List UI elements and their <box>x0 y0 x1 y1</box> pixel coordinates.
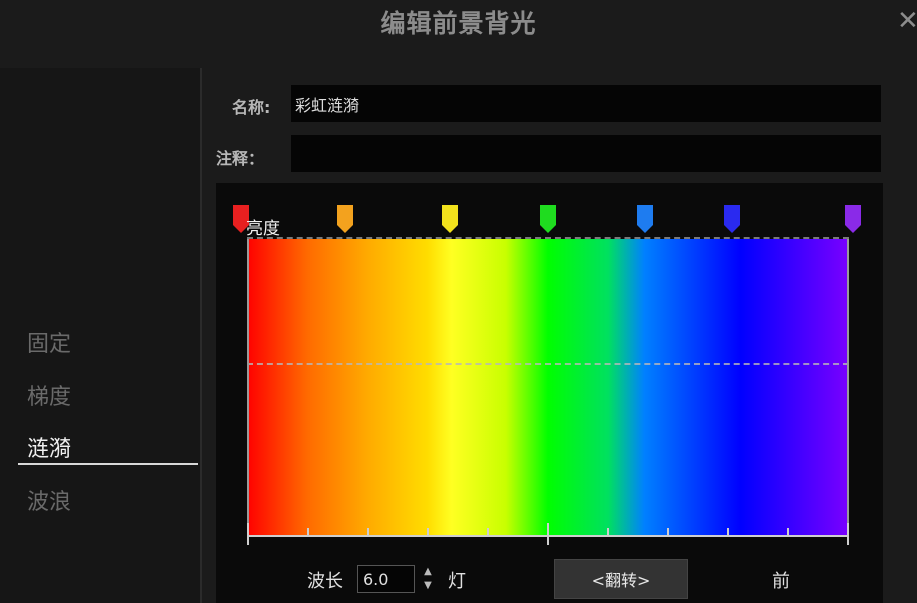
axis-tick <box>847 523 849 545</box>
axis-tick <box>487 528 489 537</box>
color-stop-marker[interactable] <box>724 205 740 233</box>
dialog-title: 编辑前景背光 <box>380 9 537 38</box>
sidebar-divider <box>200 68 202 603</box>
axis-tick <box>667 528 669 537</box>
preview-left-edge <box>247 239 249 545</box>
axis-tick <box>787 528 789 537</box>
direction-label: 前 <box>772 571 790 592</box>
sidebar-item-fixed[interactable]: 固定 <box>27 326 71 358</box>
sidebar-item-ripple[interactable]: 涟漪 <box>27 431 71 463</box>
stop-shape <box>637 205 653 233</box>
axis-tick <box>427 528 429 537</box>
stop-shape <box>845 205 861 233</box>
active-item-underline <box>18 463 198 465</box>
wavelength-label: 波长 <box>307 571 343 592</box>
name-label: 名称: <box>232 98 271 117</box>
flip-button[interactable]: <翻转> <box>554 559 688 599</box>
preview-right-edge <box>847 239 849 545</box>
lamp-label: 灯 <box>448 571 466 592</box>
close-icon[interactable]: ✕ <box>897 6 917 36</box>
axis-tick <box>607 528 609 537</box>
color-stop-marker[interactable] <box>637 205 653 233</box>
brightness-mid-line[interactable] <box>247 363 849 365</box>
comment-label: 注释： <box>216 149 265 168</box>
comment-field[interactable] <box>291 135 881 172</box>
color-stops-row: 亮度 <box>216 183 883 243</box>
stop-shape <box>540 205 556 233</box>
color-stop-marker[interactable] <box>540 205 556 233</box>
gradient-editor: 亮度 波长 ▲▼ 灯 <翻转> 前 <box>216 183 883 603</box>
stop-shape <box>442 205 458 233</box>
rainbow-gradient-preview[interactable] <box>247 239 849 535</box>
brightness-label: 亮度 <box>246 219 280 239</box>
axis-tick <box>247 523 249 545</box>
up-down-arrows-icon[interactable]: ▲ ▼ <box>421 565 435 593</box>
color-stop-marker[interactable] <box>845 205 861 233</box>
axis-tick <box>367 528 369 537</box>
color-stop-marker[interactable] <box>337 205 353 233</box>
sidebar-item-wave[interactable]: 波浪 <box>27 484 71 516</box>
stop-shape <box>724 205 740 233</box>
sidebar-item-gradient[interactable]: 梯度 <box>27 379 71 411</box>
brightness-top-line <box>247 237 849 239</box>
controls-row: 波长 ▲▼ 灯 <翻转> 前 <box>216 557 883 601</box>
axis-tick <box>727 528 729 537</box>
stop-shape <box>337 205 353 233</box>
name-field[interactable] <box>291 85 881 122</box>
axis-tick <box>307 528 309 537</box>
axis-tick <box>547 523 549 545</box>
wavelength-input[interactable] <box>357 565 415 593</box>
color-stop-marker[interactable] <box>442 205 458 233</box>
